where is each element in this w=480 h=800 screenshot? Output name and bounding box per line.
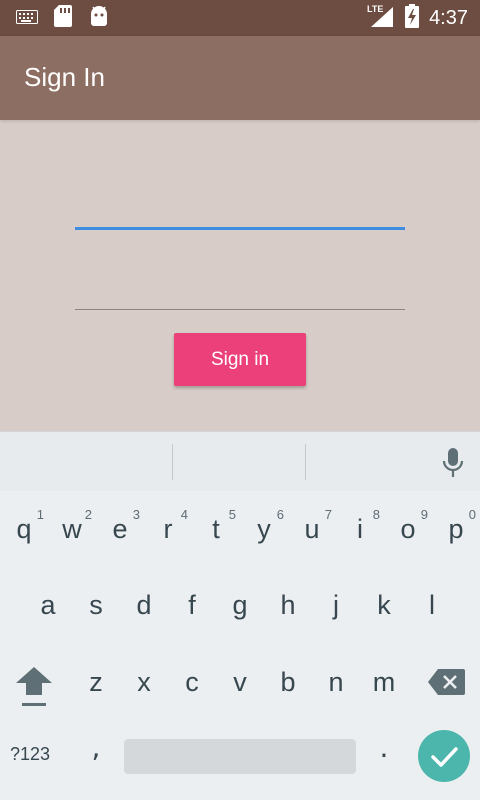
- key-b[interactable]: b: [264, 652, 312, 712]
- key-d[interactable]: d: [120, 575, 168, 635]
- key-y[interactable]: 6y: [240, 499, 288, 559]
- check-icon: [431, 747, 458, 767]
- shift-key[interactable]: [12, 663, 56, 711]
- key-number-hint: 5: [228, 507, 236, 522]
- space-key[interactable]: [124, 739, 356, 774]
- password-field[interactable]: [75, 266, 405, 310]
- key-s[interactable]: s: [72, 575, 120, 635]
- key-a[interactable]: a: [24, 575, 72, 635]
- app-bar: Sign In: [0, 36, 480, 120]
- key-number-hint: 1: [36, 507, 44, 522]
- page-title: Sign In: [24, 62, 105, 92]
- key-i[interactable]: 8i: [336, 499, 384, 559]
- key-number-hint: 8: [372, 507, 380, 522]
- key-label: w: [62, 513, 82, 544]
- key-n[interactable]: n: [312, 652, 360, 712]
- key-label: o: [400, 513, 416, 544]
- key-number-hint: 6: [276, 507, 284, 522]
- key-u[interactable]: 7u: [288, 499, 336, 559]
- key-r[interactable]: 4r: [144, 499, 192, 559]
- key-label: y: [257, 513, 271, 544]
- sign-in-button[interactable]: Sign in: [174, 333, 306, 386]
- period-key[interactable]: .: [374, 731, 394, 771]
- key-m[interactable]: m: [360, 652, 408, 712]
- battery-charging-icon: [405, 4, 420, 32]
- key-number-hint: 0: [468, 507, 476, 522]
- enter-key[interactable]: [418, 730, 470, 782]
- key-p[interactable]: 0p: [432, 499, 480, 559]
- key-label: p: [448, 513, 464, 544]
- key-g[interactable]: g: [216, 575, 264, 635]
- key-label: t: [212, 513, 220, 544]
- key-label: q: [16, 513, 32, 544]
- suggestion-divider: [172, 444, 173, 480]
- signal-icon: LTE: [367, 3, 395, 33]
- key-f[interactable]: f: [168, 575, 216, 635]
- symbols-key[interactable]: ?123: [10, 744, 66, 768]
- key-label: i: [357, 513, 363, 544]
- status-bar: LTE 4:37: [0, 0, 480, 36]
- key-label: u: [304, 513, 320, 544]
- key-t[interactable]: 5t: [192, 499, 240, 559]
- network-type: LTE: [367, 4, 383, 14]
- key-number-hint: 4: [180, 507, 188, 522]
- key-j[interactable]: j: [312, 575, 360, 635]
- key-x[interactable]: x: [120, 652, 168, 712]
- key-o[interactable]: 9o: [384, 499, 432, 559]
- key-v[interactable]: v: [216, 652, 264, 712]
- keyboard-icon: [16, 9, 38, 28]
- key-label: e: [112, 513, 128, 544]
- key-number-hint: 3: [132, 507, 140, 522]
- key-number-hint: 7: [324, 507, 332, 522]
- key-q[interactable]: 1q: [0, 499, 48, 559]
- microphone-icon[interactable]: [440, 446, 466, 480]
- status-clock: 4:37: [429, 6, 468, 29]
- sd-card-icon: [54, 5, 72, 31]
- key-l[interactable]: l: [408, 575, 456, 635]
- android-icon: [88, 5, 110, 31]
- email-field[interactable]: [75, 186, 405, 230]
- key-label: r: [163, 513, 173, 544]
- backspace-key[interactable]: [426, 667, 466, 697]
- soft-keyboard: 1q2w3e4r5t6y7u8i9o0p asdfghjkl zxcvbnm ?…: [0, 431, 480, 800]
- key-e[interactable]: 3e: [96, 499, 144, 559]
- key-z[interactable]: z: [72, 652, 120, 712]
- status-bar-system: LTE 4:37: [367, 0, 468, 36]
- comma-key[interactable]: ,: [86, 731, 106, 771]
- key-h[interactable]: h: [264, 575, 312, 635]
- key-k[interactable]: k: [360, 575, 408, 635]
- status-bar-notifications: [16, 5, 110, 31]
- key-c[interactable]: c: [168, 652, 216, 712]
- suggestion-strip: [0, 431, 480, 491]
- key-w[interactable]: 2w: [48, 499, 96, 559]
- key-number-hint: 2: [84, 507, 92, 522]
- suggestion-divider: [305, 444, 306, 480]
- key-number-hint: 9: [420, 507, 428, 522]
